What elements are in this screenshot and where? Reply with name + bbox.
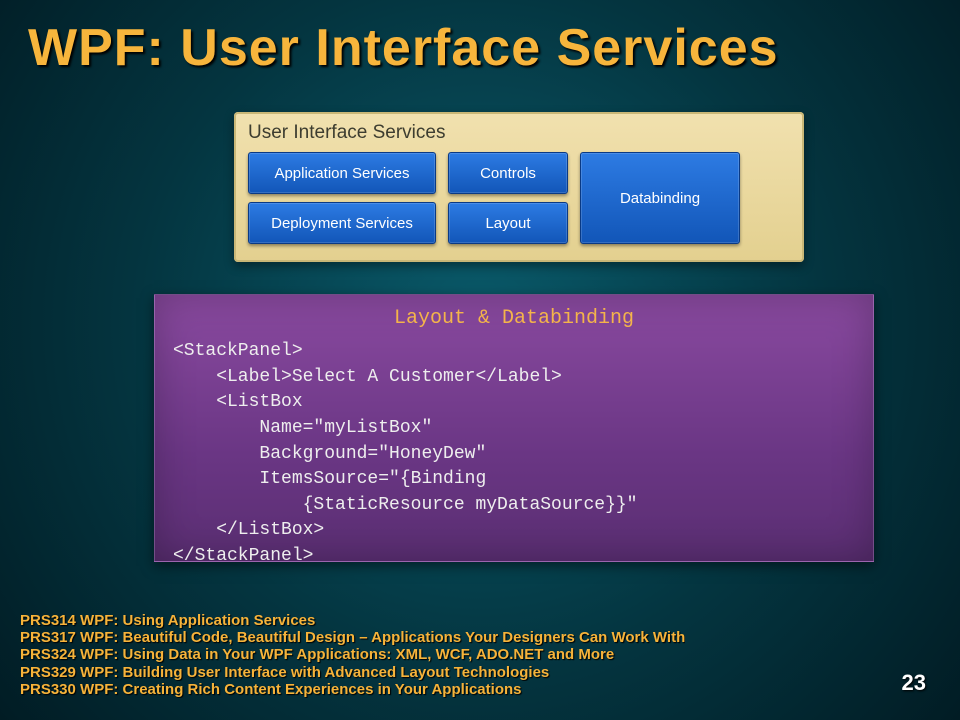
code-heading: Layout & Databinding (173, 305, 855, 333)
tile-controls: Controls (448, 152, 568, 194)
tile-databinding: Databinding (580, 152, 740, 244)
tile-deployment-services: Deployment Services (248, 202, 436, 244)
page-number: 23 (902, 670, 926, 696)
reference-item: PRS314 WPF: Using Application Services (20, 612, 685, 629)
tile-application-services: Application Services (248, 152, 436, 194)
slide-title: WPF: User Interface Services (28, 18, 779, 78)
reference-item: PRS330 WPF: Creating Rich Content Experi… (20, 681, 685, 698)
reference-list: PRS314 WPF: Using Application Services P… (20, 612, 685, 698)
code-body: <StackPanel> <Label>Select A Customer</L… (173, 339, 855, 569)
panel-heading: User Interface Services (248, 122, 790, 144)
ui-services-panel: User Interface Services Application Serv… (234, 112, 804, 262)
panel-body: Application Services Deployment Services… (248, 152, 790, 244)
reference-item: PRS329 WPF: Building User Interface with… (20, 664, 685, 681)
reference-item: PRS324 WPF: Using Data in Your WPF Appli… (20, 646, 685, 663)
reference-item: PRS317 WPF: Beautiful Code, Beautiful De… (20, 629, 685, 646)
code-example-panel: Layout & Databinding <StackPanel> <Label… (154, 294, 874, 562)
tile-layout: Layout (448, 202, 568, 244)
